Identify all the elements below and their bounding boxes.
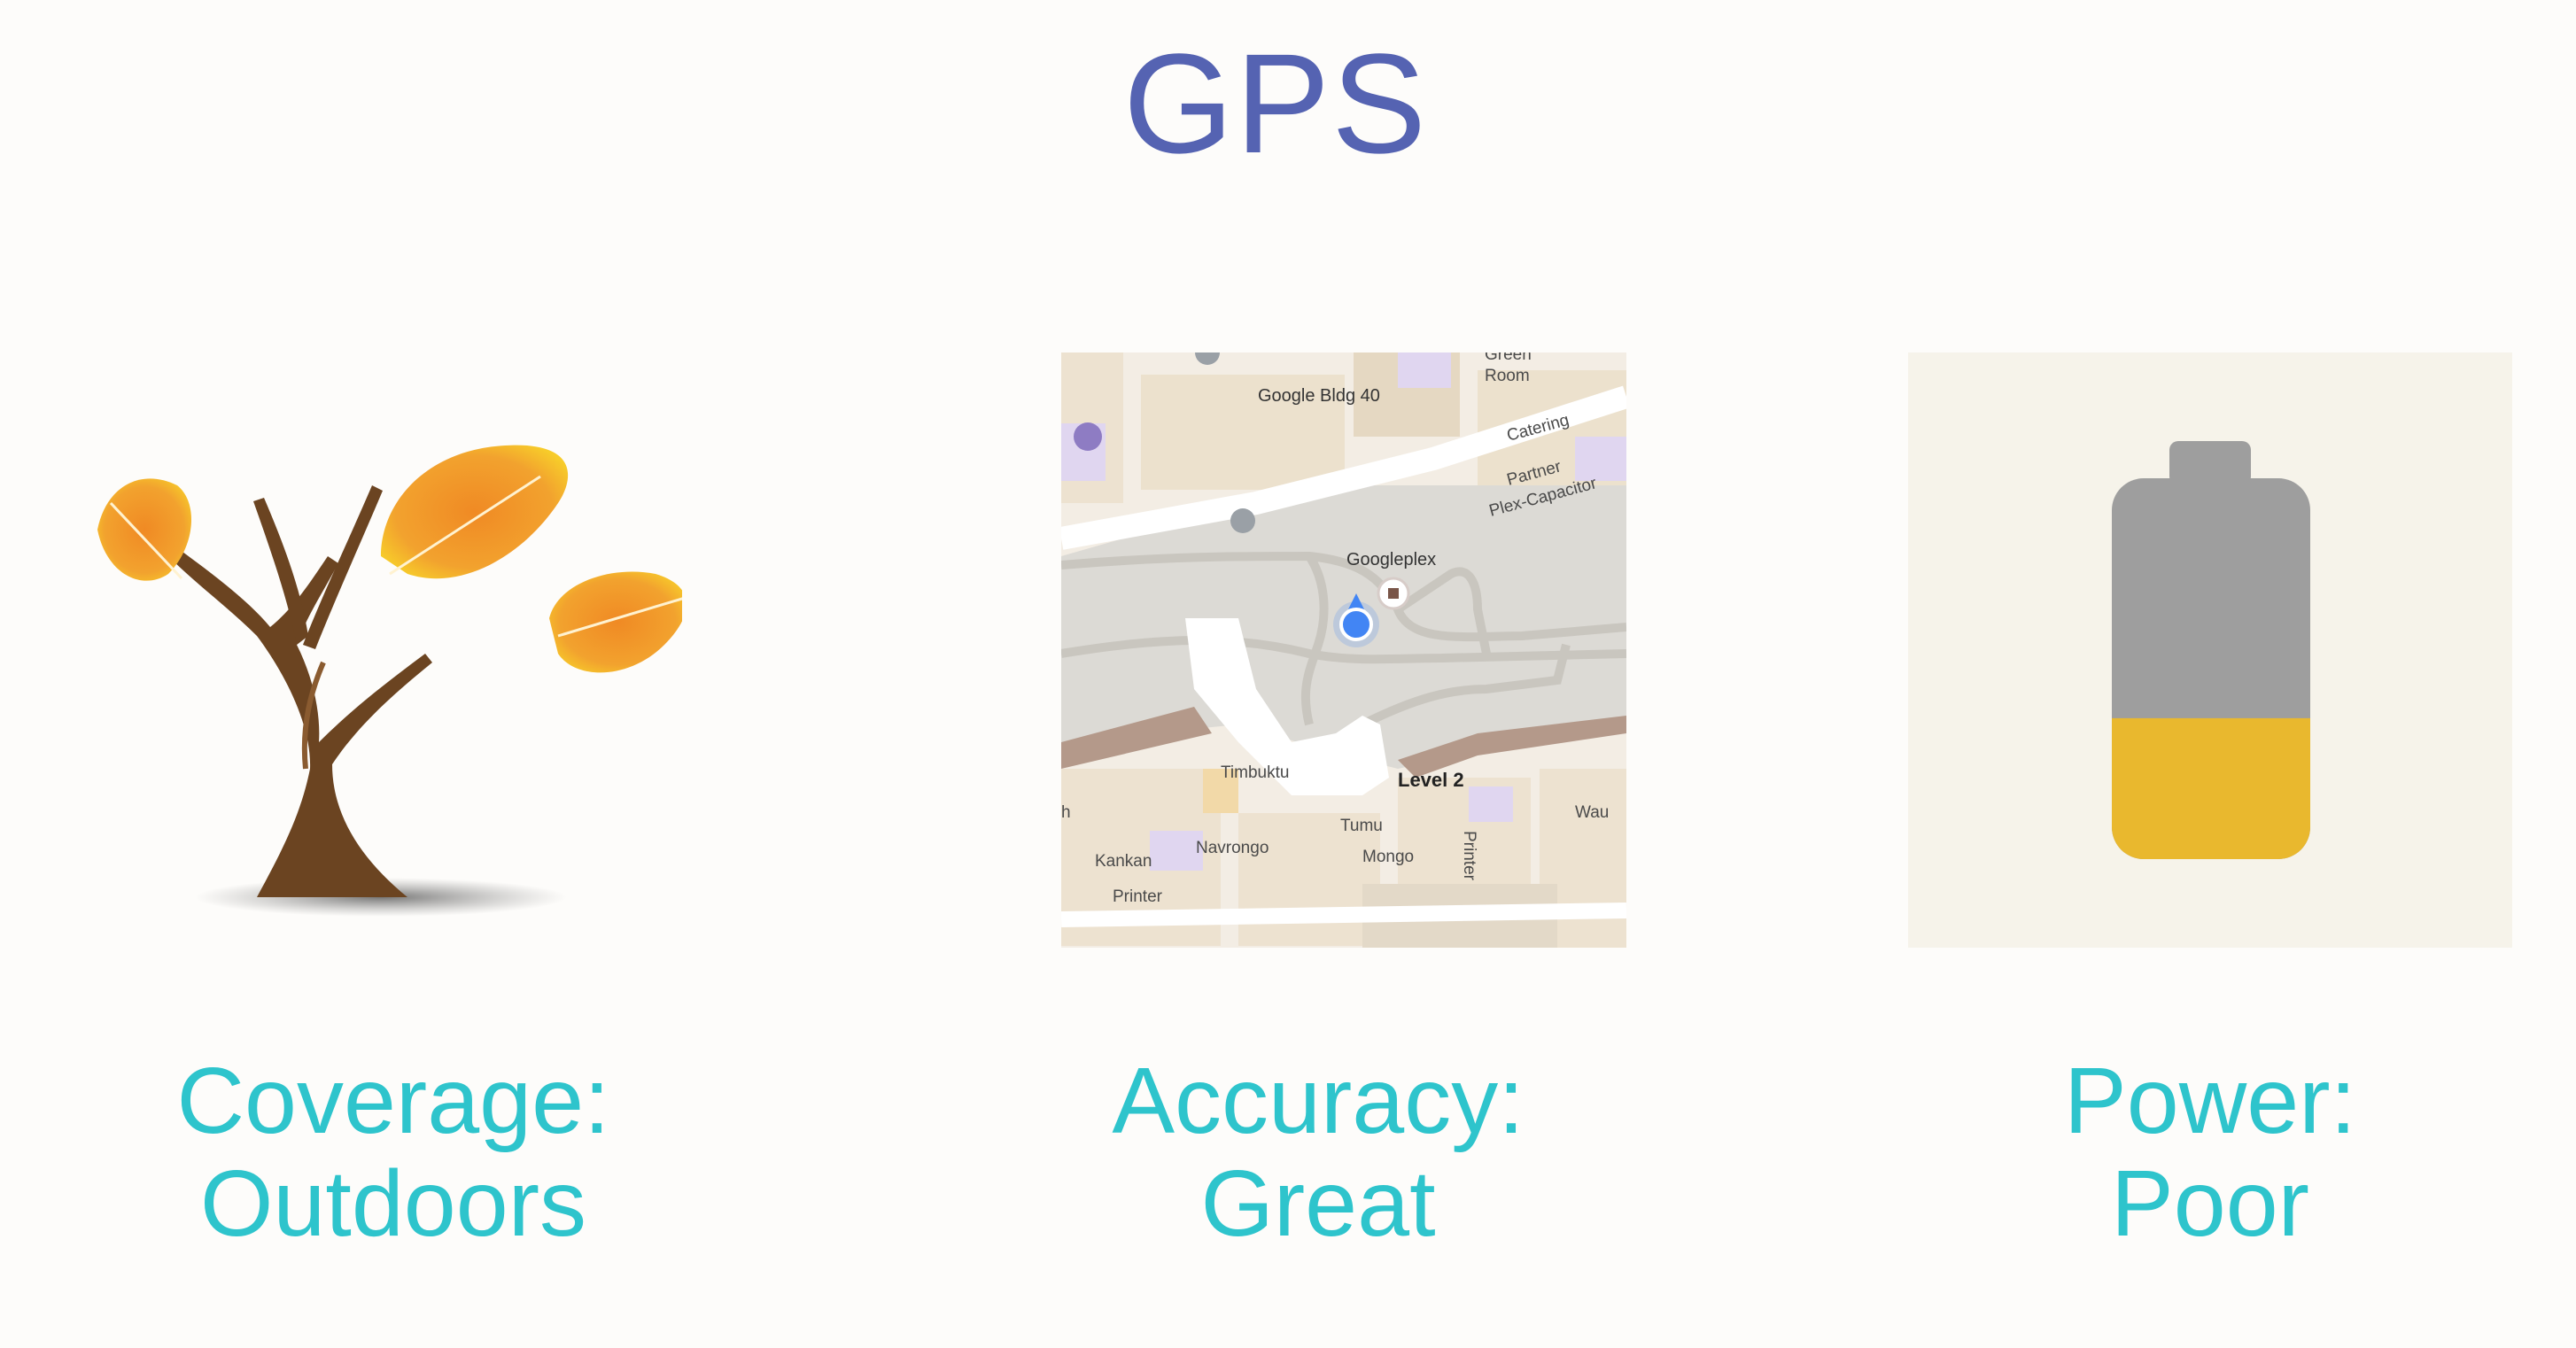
accuracy-value: Great bbox=[1200, 1151, 1436, 1256]
power-value: Poor bbox=[2111, 1151, 2309, 1256]
accuracy-caption: Accuracy: Great bbox=[919, 1050, 1717, 1255]
battery-icon bbox=[1908, 352, 2512, 948]
map-label: Kankan bbox=[1095, 852, 1152, 871]
map-label: Room bbox=[1485, 367, 1530, 385]
map-label: Google Bldg 40 bbox=[1258, 386, 1380, 406]
battery-charge-level bbox=[2112, 717, 2310, 859]
map-label: Wau bbox=[1575, 803, 1609, 822]
tree-illustration bbox=[97, 445, 682, 917]
coverage-value: Outdoors bbox=[199, 1151, 586, 1256]
map-label: Printer bbox=[1460, 831, 1478, 881]
tree-icon bbox=[80, 352, 682, 948]
map-label: Mongo bbox=[1362, 848, 1414, 866]
slide-title: GPS bbox=[1123, 24, 1428, 182]
map-label: Green bbox=[1485, 352, 1532, 364]
map-illustration: Green Room Google Bldg 40 Catering Partn… bbox=[1061, 352, 1626, 948]
slide: GPS Green Room Google Bldg 40 Catering P… bbox=[0, 0, 2576, 1348]
map-label: Printer bbox=[1113, 887, 1163, 906]
map-label: Tumu bbox=[1340, 817, 1383, 835]
map-label: h bbox=[1061, 803, 1071, 822]
battery-illustration bbox=[1908, 352, 2512, 948]
map-label: Timbuktu bbox=[1221, 763, 1289, 782]
accuracy-label: Accuracy: bbox=[1112, 1049, 1525, 1153]
coverage-label: Coverage: bbox=[176, 1049, 610, 1153]
coverage-caption: Coverage: Outdoors bbox=[0, 1050, 792, 1255]
power-caption: Power: Poor bbox=[1812, 1050, 2576, 1255]
power-label: Power: bbox=[2064, 1049, 2356, 1153]
leaf bbox=[97, 478, 192, 581]
map-label: Navrongo bbox=[1196, 839, 1269, 857]
map-label: Googleplex bbox=[1346, 550, 1436, 569]
map-label: Level 2 bbox=[1398, 769, 1464, 791]
map-icon: Green Room Google Bldg 40 Catering Partn… bbox=[1061, 352, 1626, 948]
